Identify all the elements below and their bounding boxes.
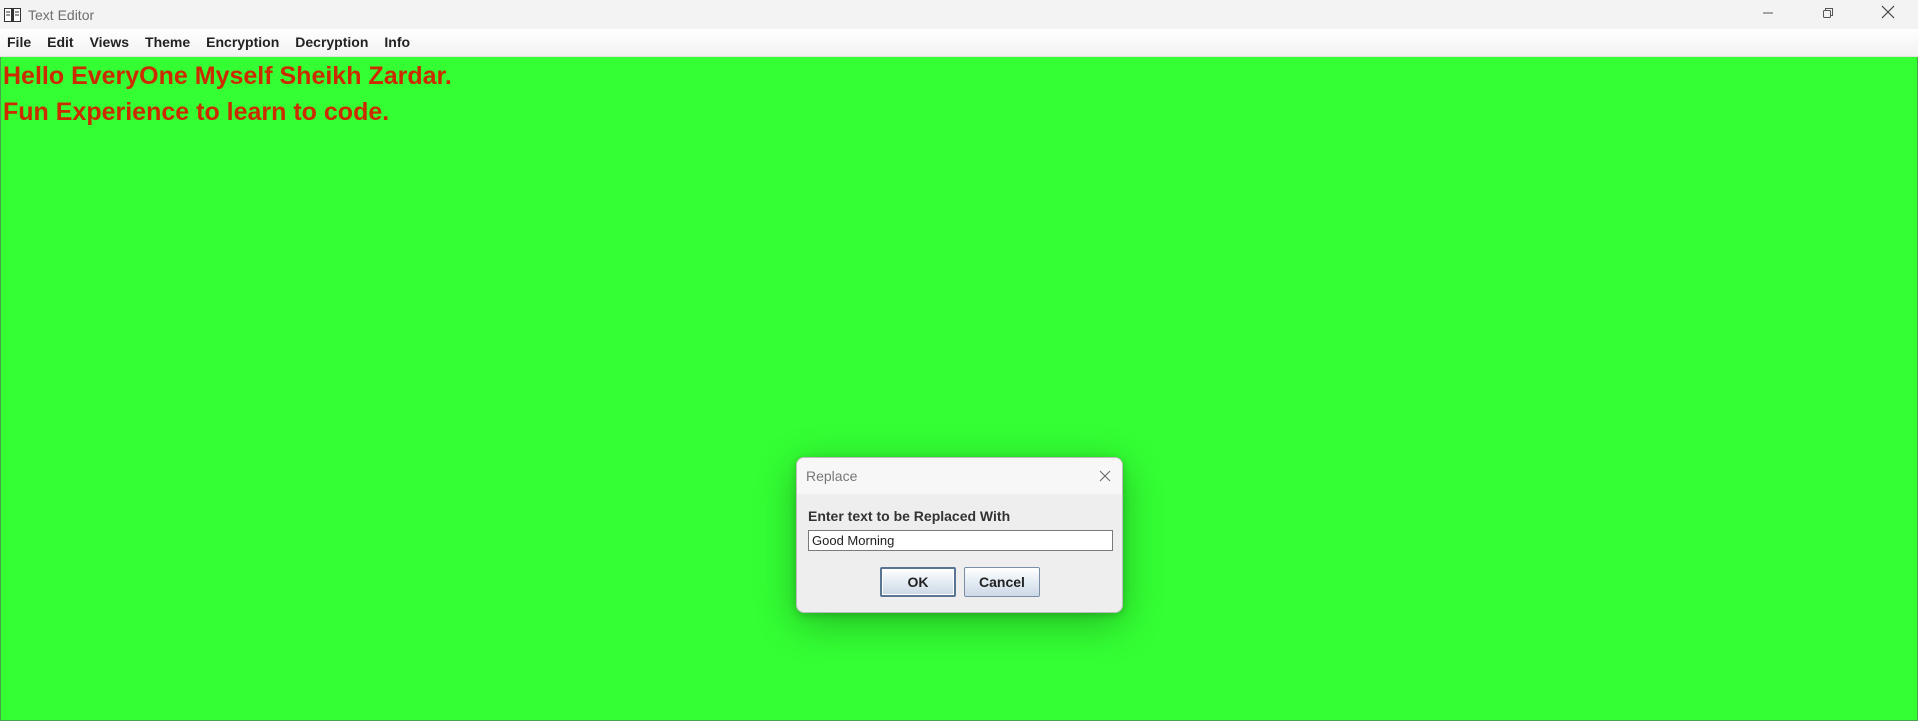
menu-theme[interactable]: Theme: [137, 29, 198, 56]
title-bar: Text Editor: [0, 0, 1918, 29]
minimize-icon: [1762, 6, 1774, 24]
close-icon: [1099, 470, 1111, 482]
menu-bar: File Edit Views Theme Encryption Decrypt…: [0, 29, 1918, 57]
menu-encryption[interactable]: Encryption: [198, 29, 287, 56]
close-icon: [1881, 5, 1895, 24]
window-controls: [1738, 0, 1918, 29]
dialog-title: Replace: [806, 468, 858, 484]
close-button[interactable]: [1858, 0, 1918, 29]
restore-icon: [1822, 6, 1834, 24]
editor-content[interactable]: Hello EveryOne Myself Sheikh Zardar. Fun…: [1, 58, 452, 130]
text-editor-area[interactable]: Hello EveryOne Myself Sheikh Zardar. Fun…: [0, 57, 1918, 721]
ok-button[interactable]: OK: [880, 567, 956, 597]
replace-dialog: Replace Enter text to be Replaced With O…: [796, 457, 1123, 613]
editor-line[interactable]: Hello EveryOne Myself Sheikh Zardar.: [1, 58, 452, 94]
editor-line[interactable]: Fun Experience to learn to code.: [1, 94, 452, 130]
minimize-button[interactable]: [1738, 0, 1798, 29]
menu-info[interactable]: Info: [376, 29, 418, 56]
menu-edit[interactable]: Edit: [39, 29, 81, 56]
replace-text-input[interactable]: [808, 530, 1113, 551]
dialog-close-button[interactable]: [1096, 467, 1114, 485]
text-editor-window: Text Editor File Edit Views Theme Encryp…: [0, 0, 1918, 722]
menu-views[interactable]: Views: [82, 29, 137, 56]
dialog-title-bar[interactable]: Replace: [797, 458, 1122, 494]
menu-decryption[interactable]: Decryption: [287, 29, 376, 56]
notebook-icon: [2, 6, 24, 24]
menu-file[interactable]: File: [0, 29, 39, 56]
replace-prompt-label: Enter text to be Replaced With: [808, 508, 1011, 524]
cancel-button[interactable]: Cancel: [964, 567, 1040, 597]
window-title: Text Editor: [28, 6, 95, 23]
restore-button[interactable]: [1798, 0, 1858, 29]
